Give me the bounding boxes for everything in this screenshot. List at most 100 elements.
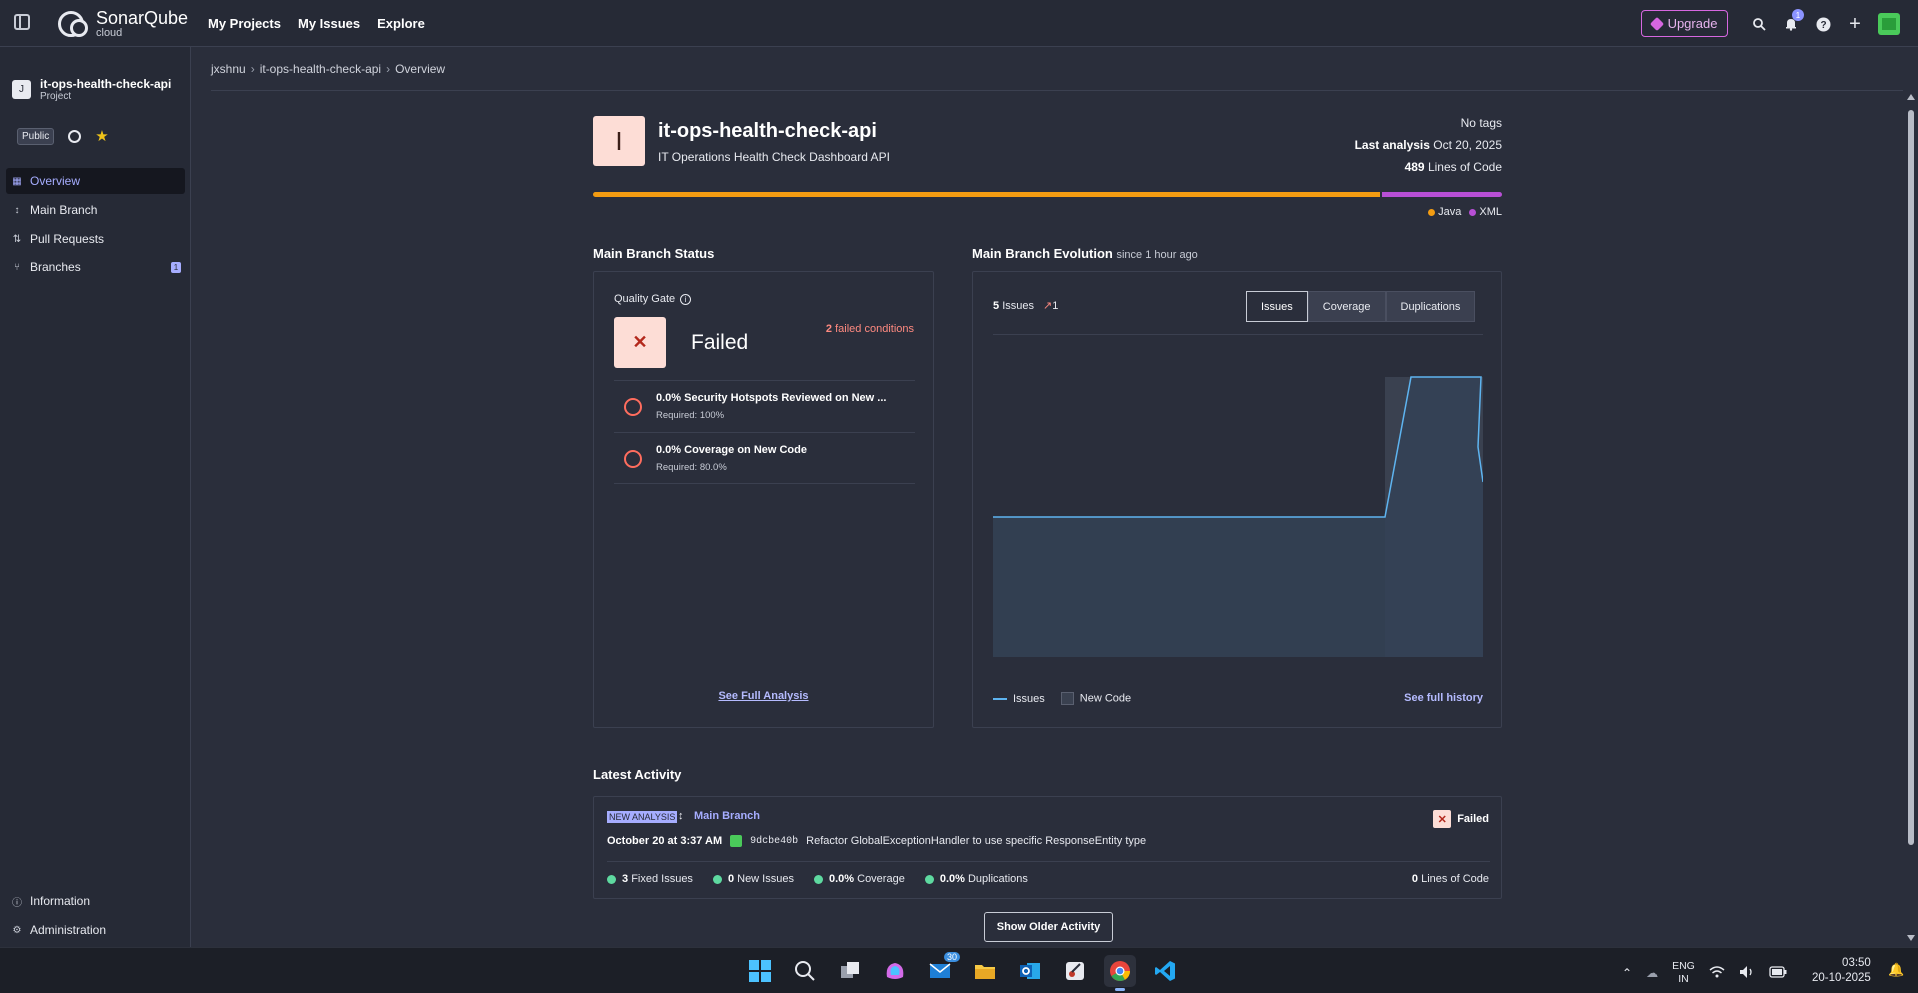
task-view-icon[interactable]: [834, 955, 866, 987]
star-icon[interactable]: ★: [95, 127, 108, 145]
volume-icon[interactable]: [1739, 965, 1755, 982]
plus-icon[interactable]: +: [1846, 13, 1864, 35]
sidebar-toggle-icon[interactable]: [14, 14, 30, 30]
taskbar-search-icon[interactable]: [789, 955, 821, 987]
activity-branch-link[interactable]: Main Branch: [694, 810, 760, 822]
battery-icon[interactable]: [1769, 965, 1787, 981]
breadcrumb: jxshnu › it-ops-health-check-api › Overv…: [211, 62, 445, 76]
help-icon[interactable]: ?: [1814, 15, 1832, 33]
branch-status-title: Main Branch Status: [593, 246, 715, 261]
condition-row[interactable]: 0.0% Security Hotspots Reviewed on New .…: [614, 380, 915, 432]
legend-xml: XML: [1469, 206, 1502, 218]
legend-new-code: New Code: [1060, 692, 1131, 705]
activity-loc: 0 Lines of Code: [1411, 873, 1489, 885]
language-segment-java: [593, 192, 1381, 197]
tags[interactable]: No tags: [1355, 112, 1502, 134]
sidebar-item-overview[interactable]: ▦ Overview: [6, 168, 185, 194]
search-icon[interactable]: [1750, 15, 1768, 33]
bell-icon[interactable]: 1: [1782, 9, 1804, 33]
condition-row[interactable]: 0.0% Coverage on New Code Required: 80.0…: [614, 432, 915, 484]
active-app-indicator: [1115, 988, 1125, 991]
see-full-history-link[interactable]: See full history: [1404, 692, 1483, 704]
activity-stats: 3 Fixed Issues 0 New Issues 0.0% Coverag…: [607, 873, 1028, 885]
system-tray: ⌃ ☁ ENG IN: [1622, 960, 1787, 986]
breadcrumb-project[interactable]: it-ops-health-check-api: [260, 62, 381, 76]
sonarqube-logo[interactable]: SonarQube cloud: [58, 9, 188, 39]
wifi-icon[interactable]: [1709, 965, 1725, 982]
evolution-title: Main Branch Evolution since 1 hour ago: [972, 246, 1198, 261]
upgrade-button[interactable]: Upgrade: [1641, 10, 1728, 37]
failed-conditions-link[interactable]: 2 failed conditions: [826, 323, 914, 335]
legend-issues: Issues: [993, 693, 1045, 705]
sidebar-item-label: Overview: [30, 174, 81, 188]
github-icon[interactable]: [68, 129, 82, 143]
language-indicator[interactable]: ENG IN: [1672, 960, 1695, 986]
svg-text:?: ?: [1820, 20, 1826, 31]
scrollbar-thumb[interactable]: [1908, 110, 1914, 845]
logo-mark-icon: [58, 11, 88, 37]
cloud-icon[interactable]: ☁: [1646, 966, 1658, 980]
snipping-tool-icon[interactable]: [1059, 955, 1091, 987]
divider: [993, 334, 1483, 335]
gear-icon: ⚙: [12, 924, 22, 936]
chrome-icon[interactable]: [1104, 955, 1136, 991]
commit-hash[interactable]: 9dcbe40b: [750, 836, 798, 847]
copilot-icon[interactable]: [879, 955, 911, 987]
sidebar-item-label: Pull Requests: [30, 232, 105, 246]
vscode-icon[interactable]: [1149, 955, 1181, 987]
mail-icon[interactable]: 30: [924, 952, 960, 987]
breadcrumb-org[interactable]: jxshnu: [211, 62, 246, 76]
quality-gate-label: Quality Gate: [614, 293, 676, 305]
user-avatar[interactable]: [1878, 13, 1900, 35]
breadcrumb-current: Overview: [395, 62, 446, 76]
project-name: it-ops-health-check-api: [40, 77, 172, 91]
nav-my-issues[interactable]: My Issues: [298, 16, 360, 31]
tab-duplications[interactable]: Duplications: [1385, 291, 1476, 322]
evolution-card: 5 Issues ↗1 Issues Coverage Duplications…: [972, 271, 1502, 728]
file-explorer-icon[interactable]: [969, 955, 1001, 987]
loc-value: 489: [1404, 160, 1425, 174]
condition-required: Required: 100%: [656, 410, 725, 421]
nav-explore[interactable]: Explore: [377, 16, 425, 31]
outlook-icon[interactable]: [1014, 955, 1046, 987]
branches-count-badge: 1: [171, 262, 181, 273]
sidebar-item-label: Administration: [30, 923, 107, 937]
failed-ring-icon: [624, 450, 642, 468]
stat-new-issues: 0 New Issues: [712, 873, 794, 885]
page-scrollbar[interactable]: [1906, 92, 1916, 944]
project-header[interactable]: J it-ops-health-check-api Project: [12, 77, 171, 102]
scroll-up-icon[interactable]: [1907, 94, 1915, 100]
chevron-up-icon[interactable]: ⌃: [1622, 966, 1632, 980]
sidebar-item-branches[interactable]: ⑂ Branches 1: [6, 254, 185, 280]
tab-coverage[interactable]: Coverage: [1307, 291, 1386, 322]
project-icon: I: [593, 116, 645, 166]
evolution-since: since 1 hour ago: [1116, 249, 1198, 261]
scroll-down-icon[interactable]: [1907, 935, 1915, 941]
windows-start-icon[interactable]: [744, 955, 776, 987]
info-icon[interactable]: i: [680, 293, 692, 305]
sidebar-item-pull-requests[interactable]: ⇅ Pull Requests: [6, 226, 185, 252]
sidebar-item-information[interactable]: ⓘ Information: [6, 888, 185, 914]
see-full-analysis-link[interactable]: See Full Analysis: [594, 690, 933, 702]
chart-legend: Issues New Code: [993, 692, 1131, 705]
branches-icon: ⑂: [14, 261, 20, 273]
tab-issues[interactable]: Issues: [1246, 291, 1308, 322]
show-older-activity-button[interactable]: Show Older Activity: [984, 912, 1113, 942]
nav-my-projects[interactable]: My Projects: [208, 16, 281, 31]
sidebar-item-label: Information: [30, 894, 91, 908]
logo-sub: cloud: [96, 27, 123, 39]
metric-tabs: Issues Coverage Duplications: [1246, 291, 1476, 322]
notifications-icon[interactable]: 🔔: [1888, 962, 1904, 978]
commit-message: Refactor GlobalExceptionHandler to use s…: [806, 835, 1147, 847]
sidebar-item-administration[interactable]: ⚙ Administration: [6, 917, 185, 943]
commit-author-avatar: [730, 835, 743, 847]
project-type: Project: [40, 91, 72, 102]
sidebar-item-main-branch[interactable]: ↕ Main Branch: [6, 197, 185, 223]
failed-ring-icon: [624, 398, 642, 416]
project-meta: No tags Last analysis Oct 20, 2025 489 L…: [1355, 112, 1502, 178]
activity-card: NEW ANALYSIS ↕ Main Branch ✕ Failed Octo…: [593, 796, 1502, 899]
activity-status: ✕ Failed: [1433, 810, 1489, 828]
system-clock[interactable]: 03:50 20-10-2025: [1812, 956, 1871, 986]
top-bar: SonarQube cloud My Projects My Issues Ex…: [0, 0, 1918, 47]
condition-title: 0.0% Security Hotspots Reviewed on New .…: [656, 392, 887, 404]
